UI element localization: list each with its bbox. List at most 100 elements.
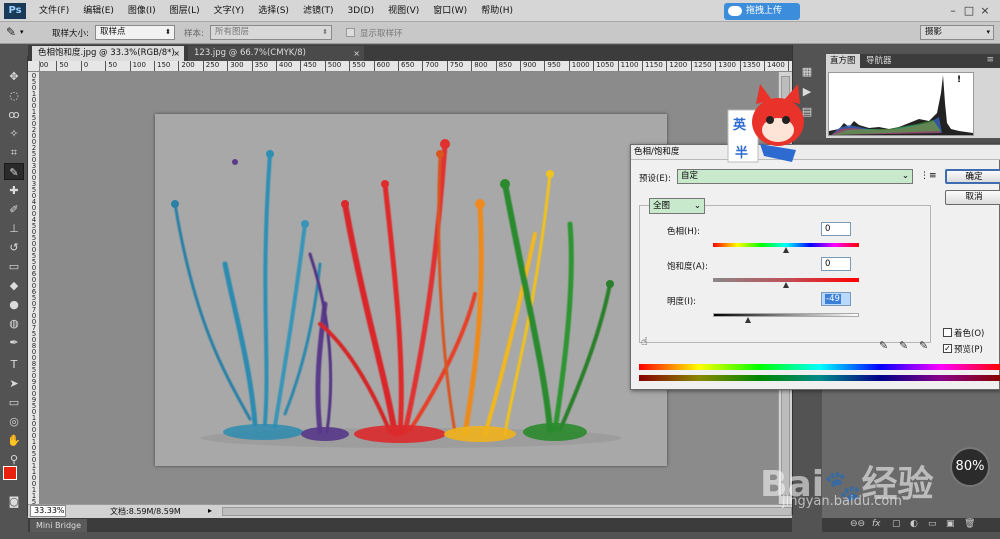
lightness-slider-thumb[interactable]	[745, 317, 751, 323]
menu-help[interactable]: 帮助(H)	[474, 0, 520, 22]
lightness-slider-track[interactable]	[713, 313, 859, 317]
workspace-select[interactable]: 摄影 ▾	[920, 25, 994, 40]
mini-bridge-tab[interactable]: Mini Bridge	[30, 519, 88, 532]
eyedropper-plus-icon[interactable]: ✎	[899, 339, 908, 352]
eyedropper-tool-icon[interactable]: ✎	[4, 163, 24, 180]
cloud-icon	[728, 6, 742, 16]
sample-size-select[interactable]: 取样点 ⬍	[95, 25, 175, 40]
marquee-tool-icon[interactable]: ◌	[4, 87, 24, 104]
hand-adjust-icon[interactable]: ☝	[641, 335, 648, 348]
quick-mask-icon[interactable]: ◙	[4, 493, 24, 510]
hand-tool-icon[interactable]: ✋	[4, 432, 24, 449]
rectangle-tool-icon[interactable]: ▭	[4, 394, 24, 411]
menu-layer[interactable]: 图层(L)	[163, 0, 207, 22]
channel-select[interactable]: 全图 ⌄	[649, 198, 705, 214]
sample-size-label: 取样大小:	[52, 29, 89, 39]
panel-menu-icon[interactable]: ≡	[986, 55, 994, 65]
preset-options-icon[interactable]: ⋮≡	[920, 171, 937, 181]
tab-histogram[interactable]: 直方图	[826, 54, 860, 68]
preset-select[interactable]: 自定 ⌄	[677, 169, 913, 184]
ok-button[interactable]: 确定	[945, 169, 1000, 184]
link-icon[interactable]: ⊖⊖	[850, 519, 865, 529]
blur-tool-icon[interactable]: ●	[4, 296, 24, 313]
type-tool-icon[interactable]: T	[4, 356, 24, 373]
3d-rotate-tool-icon[interactable]: ◎	[4, 413, 24, 430]
eyedropper-minus-icon[interactable]: ✎	[919, 339, 928, 352]
sample-select[interactable]: 所有图层 ⬍	[210, 25, 332, 40]
saturation-field[interactable]: 0	[821, 257, 851, 271]
foreground-color-swatch[interactable]	[3, 466, 17, 480]
mascot-char-1: 英	[733, 118, 747, 133]
close-icon[interactable]: ×	[353, 46, 360, 61]
clone-stamp-tool-icon[interactable]: ⊥	[4, 220, 24, 237]
lasso-tool-icon[interactable]: ꝏ	[4, 106, 24, 123]
fx-icon[interactable]: fx	[872, 519, 881, 529]
cancel-button[interactable]: 取消	[945, 190, 1000, 205]
new-layer-icon[interactable]: ▣	[946, 519, 955, 529]
ruler-tick-label: 1100	[617, 61, 638, 71]
menu-file[interactable]: 文件(F)	[32, 0, 76, 22]
tab-navigator[interactable]: 导航器	[862, 54, 896, 68]
document-image[interactable]	[155, 114, 667, 466]
menu-window[interactable]: 窗口(W)	[426, 0, 474, 22]
healing-brush-tool-icon[interactable]: ✚	[4, 182, 24, 199]
menu-3d[interactable]: 3D(D)	[340, 0, 381, 22]
hue-slider-thumb[interactable]	[783, 247, 789, 253]
trash-icon[interactable]: 🗑	[964, 519, 975, 529]
menu-view[interactable]: 视图(V)	[381, 0, 426, 22]
show-ring-checkbox[interactable]	[346, 28, 355, 37]
preview-checkbox[interactable]: ✓	[943, 344, 952, 353]
ruler-tick-label: 700	[422, 61, 439, 71]
zoom-field[interactable]: 33.33%	[30, 505, 66, 517]
layers-panel-footer: ⊖⊖ fx ▢ ◐ ▭ ▣ 🗑	[822, 518, 1000, 532]
sample-size-value: 取样点	[100, 27, 126, 37]
vertical-ruler: 0501001502002503003504004505005506006507…	[28, 72, 40, 504]
menu-image[interactable]: 图像(I)	[121, 0, 163, 22]
tab-hue-saturation-jpg[interactable]: 色相饱和度.jpg @ 33.3%(RGB/8*) ×	[32, 46, 184, 61]
tool-preset-chevron-icon[interactable]: ▾	[20, 28, 24, 36]
pen-tool-icon[interactable]: ✒	[4, 334, 24, 351]
tab-123-jpg[interactable]: 123.jpg @ 66.7%(CMYK/8) ×	[188, 46, 364, 61]
status-menu-arrow-icon[interactable]: ▸	[208, 506, 212, 515]
colorize-checkbox[interactable]	[943, 328, 952, 337]
folder-icon[interactable]: ▭	[928, 519, 937, 529]
hue-field[interactable]: 0	[821, 222, 851, 236]
ruler-tick-label: 0	[80, 61, 88, 71]
swatch-panel-icon[interactable]: ▦	[799, 63, 815, 80]
hue-saturation-dialog: 色相/饱和度 预设(E): 自定 ⌄ ⋮≡ 确定 取消 全图 ⌄ 色相(H): …	[630, 144, 1000, 390]
crop-tool-icon[interactable]: ⌗	[4, 144, 24, 161]
eraser-tool-icon[interactable]: ▭	[4, 258, 24, 275]
eyedropper-icon[interactable]: ✎	[879, 339, 888, 352]
brush-tool-icon[interactable]: ✐	[4, 201, 24, 218]
horizontal-scrollbar[interactable]	[222, 507, 792, 516]
move-tool-icon[interactable]: ✥	[4, 68, 24, 85]
document-info: 文档:8.59M/8.59M	[110, 507, 181, 516]
ruler-tick-label: 50	[105, 61, 117, 71]
mask-icon[interactable]: ▢	[892, 519, 901, 529]
menu-select[interactable]: 选择(S)	[251, 0, 296, 22]
adjustment-icon[interactable]: ◐	[910, 519, 918, 529]
ruler-tick-label: 650	[398, 61, 414, 71]
ruler-tick-label: 1200	[666, 61, 687, 71]
quick-select-tool-icon[interactable]: ✧	[4, 125, 24, 142]
restore-icon[interactable]: □	[962, 4, 976, 18]
close-icon[interactable]: ×	[978, 4, 992, 18]
lightness-field[interactable]: -49	[821, 292, 851, 306]
sample-value: 所有图层	[215, 27, 250, 37]
warning-icon[interactable]: !	[957, 75, 961, 85]
paint-bucket-tool-icon[interactable]: ◆	[4, 277, 24, 294]
ruler-tick-label: 300	[227, 61, 244, 71]
menu-filter[interactable]: 滤镜(T)	[296, 0, 341, 22]
menu-edit[interactable]: 编辑(E)	[76, 0, 121, 22]
history-brush-tool-icon[interactable]: ↺	[4, 239, 24, 256]
menu-type[interactable]: 文字(Y)	[207, 0, 252, 22]
dodge-tool-icon[interactable]: ◍	[4, 315, 24, 332]
path-select-tool-icon[interactable]: ➤	[4, 375, 24, 392]
minimize-icon[interactable]: –	[946, 4, 960, 18]
drag-upload-button[interactable]: 拖拽上传	[724, 3, 800, 20]
saturation-slider-thumb[interactable]	[783, 282, 789, 288]
close-icon[interactable]: ×	[173, 46, 180, 61]
eyedropper-icon[interactable]: ✎	[6, 25, 16, 39]
ruler-tick-label: 500	[324, 61, 341, 71]
output-spectrum-bar	[639, 375, 1000, 381]
